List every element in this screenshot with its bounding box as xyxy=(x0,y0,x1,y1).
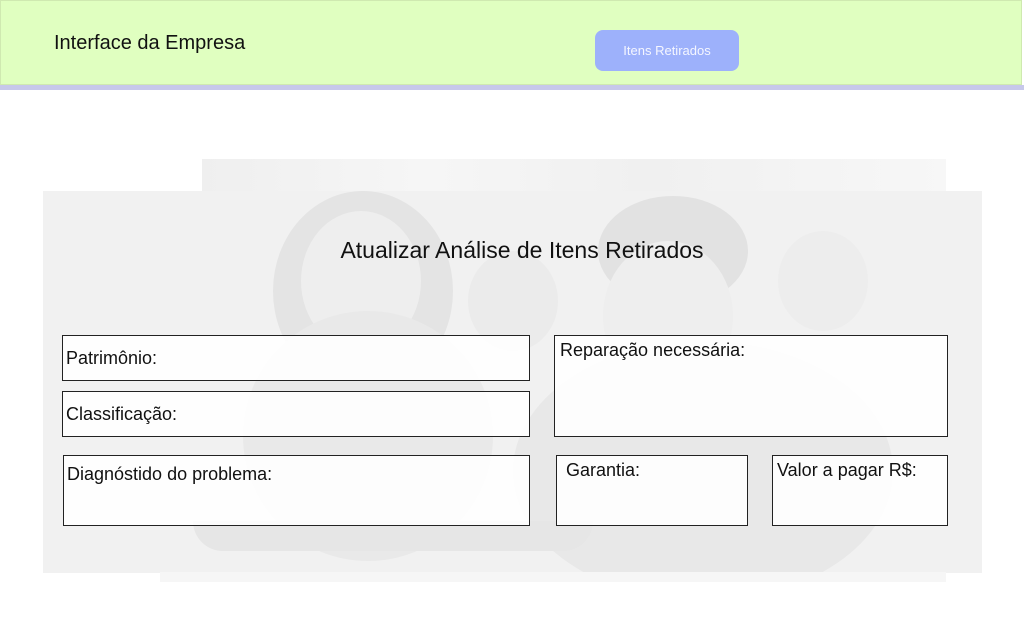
diagnostico-label: Diagnóstido do problema: xyxy=(67,464,273,484)
itens-retirados-button[interactable]: Itens Retirados xyxy=(595,30,739,71)
header-divider xyxy=(0,85,1024,90)
patrimonio-label: Patrimônio: xyxy=(66,348,158,368)
patrimonio-field[interactable]: Patrimônio: xyxy=(62,335,530,381)
reparacao-label: Reparação necessária: xyxy=(560,340,746,360)
garantia-label: Garantia: xyxy=(566,460,641,480)
valor-label: Valor a pagar R$: xyxy=(777,460,917,480)
garantia-field[interactable]: Garantia: xyxy=(556,455,748,526)
page: Interface da Empresa Itens Retirados Atu… xyxy=(0,0,1024,628)
reparacao-field[interactable]: Reparação necessária: xyxy=(554,335,948,437)
background-photo-bottom xyxy=(160,572,946,582)
background-photo-top xyxy=(202,159,946,193)
form-title: Atualizar Análise de Itens Retirados xyxy=(340,237,704,263)
classificacao-label: Classificação: xyxy=(66,404,178,424)
valor-field[interactable]: Valor a pagar R$: xyxy=(772,455,948,526)
diagnostico-field[interactable]: Diagnóstido do problema: xyxy=(63,455,530,526)
brand-title: Interface da Empresa xyxy=(54,32,246,54)
classificacao-field[interactable]: Classificação: xyxy=(62,391,530,437)
top-header: Interface da Empresa Itens Retirados xyxy=(0,0,1022,85)
